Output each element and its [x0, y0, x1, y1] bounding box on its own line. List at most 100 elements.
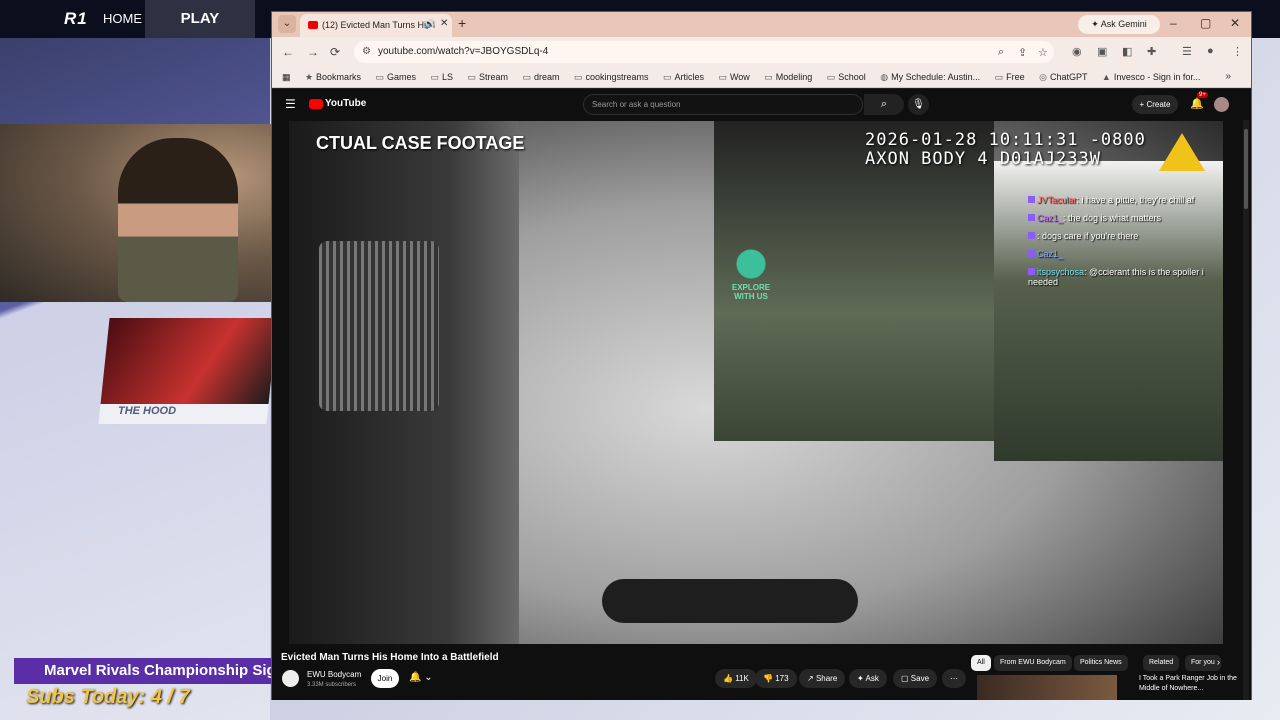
launcher-home-link[interactable]: HOME	[103, 11, 142, 26]
bookmark-folder[interactable]: ▭ Stream	[467, 72, 508, 83]
audio-icon[interactable]: 🔊	[424, 19, 435, 30]
dislike-button[interactable]: 👎 173	[755, 669, 797, 688]
invesco-icon: ▲	[1101, 72, 1111, 82]
install-icon[interactable]: ⇪	[1018, 46, 1027, 59]
reading-list-icon[interactable]: ☰	[1182, 45, 1192, 58]
account-avatar[interactable]	[1214, 97, 1229, 112]
like-count: 11K	[735, 674, 749, 683]
tab-youtube[interactable]: (12) Evicted Man Turns His l 🔊 ✕	[300, 14, 452, 37]
bookmark-label: ChatGPT	[1049, 72, 1088, 82]
create-button[interactable]: + Create	[1132, 95, 1178, 114]
youtube-favicon-icon	[308, 21, 318, 29]
hero-name: THE HOOD	[118, 405, 177, 417]
chatgpt-icon: ◎	[1039, 72, 1047, 82]
join-button[interactable]: Join	[371, 669, 399, 688]
profile-icon[interactable]: ●	[1207, 45, 1214, 57]
extension-icon[interactable]: ◧	[1122, 45, 1132, 58]
bookmark-label: Stream	[479, 72, 509, 82]
folder-icon: ▭	[522, 72, 531, 82]
scrollbar-thumb[interactable]	[1244, 129, 1248, 209]
subscriber-count: 3.33M subscribers	[307, 682, 357, 688]
recommended-title[interactable]: I Took a Park Ranger Job in the Middle o…	[1139, 674, 1239, 694]
apps-icon[interactable]: ▦	[282, 72, 291, 83]
tab-title: (12) Evicted Man Turns His l	[322, 20, 436, 30]
bookmark-folder[interactable]: ▭ LS	[431, 72, 454, 83]
launcher-logo[interactable]: R1	[64, 9, 88, 29]
badge-icon	[1028, 214, 1035, 221]
folder-icon: ▭	[573, 72, 583, 82]
share-button[interactable]: ↗ Share	[799, 669, 846, 688]
folder-icon: ▭	[764, 72, 773, 82]
back-icon[interactable]: ←	[282, 45, 294, 59]
launcher-play-tab[interactable]: PLAY	[145, 0, 255, 38]
extension-icon[interactable]: ▣	[1097, 45, 1107, 58]
youtube-page: ☰ YouTube Search or ask a question ⌕ 🎙 +…	[272, 89, 1251, 700]
notifications-bell-icon[interactable]: 🔔	[1190, 97, 1204, 110]
bookmark-item[interactable]: ◍ My Schedule: Austin...	[880, 72, 980, 83]
bookmark-folder[interactable]: ▭ Articles	[663, 72, 704, 83]
site-info-icon[interactable]: ⚙	[362, 46, 371, 57]
video-crate	[319, 241, 439, 411]
menu-hamburger-icon[interactable]: ☰	[285, 97, 296, 111]
chip-related[interactable]: Related	[1143, 655, 1180, 671]
search-icon[interactable]: ⌕	[864, 94, 904, 115]
ask-gemini-button[interactable]: ✦ Ask Gemini	[1078, 15, 1160, 34]
bookmark-folder[interactable]: ▭ cookingstreams	[574, 72, 649, 83]
chip-politics[interactable]: Politics News	[1074, 655, 1128, 671]
chip-from-channel[interactable]: From EWU Bodycam	[994, 655, 1072, 671]
address-bar[interactable]: ⚙ youtube.com/watch?v=JBOYGSDLq-4 ⌕ ⇪ ☆	[354, 41, 1054, 63]
subscribe-bell-icon[interactable]: 🔔 ⌄	[409, 672, 433, 683]
more-bookmarks-icon[interactable]: »	[1225, 71, 1231, 82]
extensions-puzzle-icon[interactable]: ✚	[1147, 45, 1156, 58]
channel-avatar[interactable]	[282, 670, 299, 687]
chat-message: itspsychosa: @ccierant this is the spoil…	[1028, 267, 1234, 287]
new-tab-icon[interactable]: +	[458, 15, 466, 31]
more-actions-icon[interactable]: ⋯	[942, 669, 966, 688]
channel-name[interactable]: EWU Bodycam	[307, 670, 361, 679]
video-title: Evicted Man Turns His Home Into a Battle…	[281, 652, 499, 663]
mic-icon[interactable]: 🎙	[908, 94, 929, 115]
ask-button[interactable]: ✦ Ask	[849, 669, 887, 688]
youtube-logo-icon[interactable]	[309, 99, 323, 109]
bookmark-item[interactable]: ▲ Invesco - Sign in for...	[1102, 72, 1200, 82]
recommended-thumbnail[interactable]	[977, 675, 1117, 700]
notification-badge: 9+	[1197, 92, 1208, 98]
bookmark-folder[interactable]: ▭ School	[827, 72, 866, 83]
tab-close-icon[interactable]: ✕	[440, 18, 448, 29]
bookmark-folder[interactable]: ▭ Games	[376, 72, 417, 83]
stream-chat-overlay: JVTacular: i have a pittie, they're chil…	[1028, 195, 1234, 295]
bookmark-folder[interactable]: ▭ Free	[995, 72, 1025, 83]
forward-icon[interactable]: →	[307, 45, 319, 59]
bookmark-label: Wow	[729, 72, 750, 82]
search-input[interactable]: Search or ask a question	[583, 94, 863, 115]
youtube-logo-text[interactable]: YouTube	[325, 98, 366, 109]
bookmark-item[interactable]: ◎ ChatGPT	[1039, 72, 1087, 83]
chip-all[interactable]: All	[971, 655, 991, 671]
zoom-icon[interactable]: ⌕	[998, 46, 1004, 59]
ask-gemini-label: Ask Gemini	[1100, 19, 1147, 29]
extension-icon[interactable]: ◉	[1072, 45, 1082, 58]
chat-message: JVTacular: i have a pittie, they're chil…	[1028, 195, 1234, 205]
save-button[interactable]: ▢ Save	[893, 669, 938, 688]
menu-icon[interactable]: ⋮	[1232, 45, 1243, 58]
bookmark-item[interactable]: ★ Bookmarks	[305, 72, 361, 83]
chat-text: : dogs care if you're there	[1037, 231, 1139, 241]
bookmark-folder[interactable]: ▭ Modeling	[764, 72, 812, 83]
chip-for-you[interactable]: For you	[1185, 655, 1221, 671]
chat-message: Caz1_: the dog is what matters	[1028, 213, 1234, 223]
axon-logo-icon	[1159, 133, 1205, 171]
streamer-image	[118, 138, 238, 302]
tab-search-icon[interactable]: ⌄	[278, 15, 296, 33]
bookmark-folder[interactable]: ▭ dream	[522, 72, 559, 83]
bookmark-folder[interactable]: ▭ Wow	[718, 72, 749, 83]
minimize-icon[interactable]: –	[1170, 16, 1177, 30]
bookmark-star-icon[interactable]: ☆	[1038, 46, 1048, 59]
url-text: youtube.com/watch?v=JBOYGSDLq-4	[378, 46, 549, 57]
chevron-right-icon[interactable]: ›	[1217, 657, 1220, 667]
chat-user: Caz1_	[1037, 249, 1064, 259]
save-icon: ▢	[901, 674, 909, 683]
reload-icon[interactable]: ⟳	[330, 45, 340, 59]
maximize-icon[interactable]: ▢	[1200, 16, 1211, 30]
like-button[interactable]: 👍 11K	[715, 669, 757, 688]
close-window-icon[interactable]: ✕	[1230, 16, 1240, 30]
